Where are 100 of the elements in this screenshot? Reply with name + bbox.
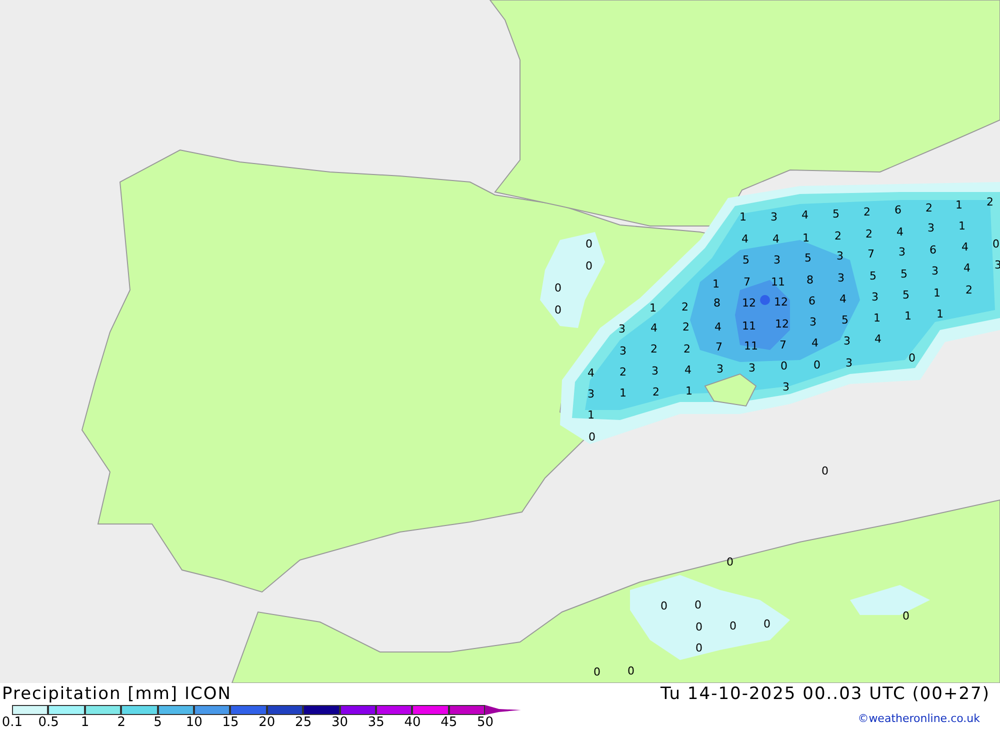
precipitation-value: 2 [650,344,658,354]
precipitation-value: 3 [588,388,594,400]
legend-label: 35 [368,715,384,730]
precipitation-value: 7 [780,340,786,350]
credit-link[interactable]: ©weatheronline.co.uk [858,712,1000,726]
precipitation-value: 1 [958,220,966,232]
precipitation-value: 0 [764,618,770,630]
precipitation-value: 4 [714,322,722,332]
precipitation-value: 4 [874,334,882,344]
precipitation-value: 2 [620,366,626,378]
precipitation-value: 5 [902,290,910,300]
precipitation-value: 3 [620,346,626,356]
precipitation-value: 3 [748,362,756,374]
precipitation-value: 4 [840,294,846,304]
precipitation-value: 4 [742,234,748,244]
precipitation-value: 0 [908,352,916,364]
precipitation-value: 1 [686,386,692,396]
precipitation-value: 2 [926,202,932,214]
precipitation-value: 0 [694,600,702,610]
legend-label: 15 [222,715,239,730]
precipitation-value: 0 [726,556,734,568]
precipitation-value: 6 [930,244,936,256]
precipitation-value: 7 [868,248,874,260]
legend-label: 1 [80,715,90,730]
precipitation-value: 5 [832,208,840,220]
precipitation-value: 3 [782,382,790,392]
precipitation-value: 11 [771,276,785,288]
precipitation-value: 4 [772,234,780,244]
precipitation-value: 0 [992,238,1000,250]
precipitation-value: 1 [934,288,940,298]
precipitation-value: 0 [628,666,634,676]
precipitation-value: 3 [618,324,626,334]
precipitation-value: 2 [682,322,690,332]
legend-label: 5 [154,715,162,730]
precipitation-value: 0 [554,304,562,316]
legend-label: 45 [440,715,458,730]
legend-label: 2 [117,715,126,730]
precipitation-value: 6 [894,204,902,216]
precipitation-value: 1 [712,278,720,290]
precipitation-value: 3 [770,212,778,222]
precipitation-value: 2 [866,228,872,240]
precipitation-value: 1 [650,302,656,314]
precipitation-value: 4 [962,242,968,252]
precipitation-value: 7 [716,342,722,352]
precipitation-value: 5 [870,270,876,282]
precipitation-value: 0 [588,432,596,442]
precipitation-value: 1 [588,410,594,420]
precipitation-value: 3 [928,222,934,234]
map-title: Precipitation [mm] ICON [2,683,232,705]
legend-label: 0.1 [2,715,23,730]
precipitation-value: 1 [904,310,912,322]
legend-label: 20 [258,715,276,730]
precipitation-value: 0 [902,610,910,622]
precipitation-value: 12 [775,318,789,330]
precipitation-value: 3 [872,292,878,302]
precipitation-value: 1 [620,388,626,398]
precipitation-value: 8 [714,298,720,308]
precipitation-value: 3 [716,364,724,374]
precipitation-value: 8 [806,274,814,286]
precipitation-value: 4 [896,226,904,238]
precipitation-value: 12 [774,296,788,308]
precipitation-value: 0 [660,600,668,612]
precipitation-value: 5 [900,268,908,280]
precipitation-value: 3 [846,358,852,368]
legend-label: 25 [295,715,312,730]
precipitation-value: 0 [594,666,600,678]
legend-label: 0.5 [38,715,59,730]
precipitation-value: 0 [696,642,702,654]
precipitation-value: 2 [684,344,690,354]
precipitation-value: 2 [652,386,660,398]
precipitation-value: 0 [730,620,736,632]
precipitation-value: 12 [742,298,756,308]
precipitation-value: 4 [812,338,818,348]
legend-label: 40 [404,715,421,730]
precipitation-value: 3 [844,336,850,346]
precipitation-value: 2 [864,206,870,218]
forecast-timestamp: Tu 14-10-2025 00..03 UTC (00+27) [660,683,991,705]
legend-label: 30 [331,715,348,730]
precipitation-value: 3 [838,272,844,284]
precipitation-value: 2 [966,284,972,296]
precipitation-value: 2 [834,230,842,242]
precipitation-value: 1 [740,212,746,222]
precipitation-value: 3 [652,366,658,376]
precipitation-value: 3 [836,250,844,262]
precipitation-value: 4 [588,368,594,378]
precipitation-value: 6 [808,296,816,306]
precipitation-value: 5 [842,314,848,326]
precipitation-value: 1 [802,232,810,244]
precipitation-value: 0 [586,260,592,272]
legend-label: 50 [477,715,494,730]
precipitation-value: 5 [804,252,812,264]
precipitation-value: 0 [780,360,788,372]
precipitation-value: 0 [554,282,562,294]
precipitation-value: 3 [810,316,816,328]
precipitation-value: 11 [742,320,756,332]
legend-label: 10 [186,715,202,730]
precipitation-value: 0 [822,466,828,476]
precipitation-value: 4 [802,210,808,220]
precipitation-value: 0 [814,360,820,370]
precipitation-value: 4 [684,364,692,376]
